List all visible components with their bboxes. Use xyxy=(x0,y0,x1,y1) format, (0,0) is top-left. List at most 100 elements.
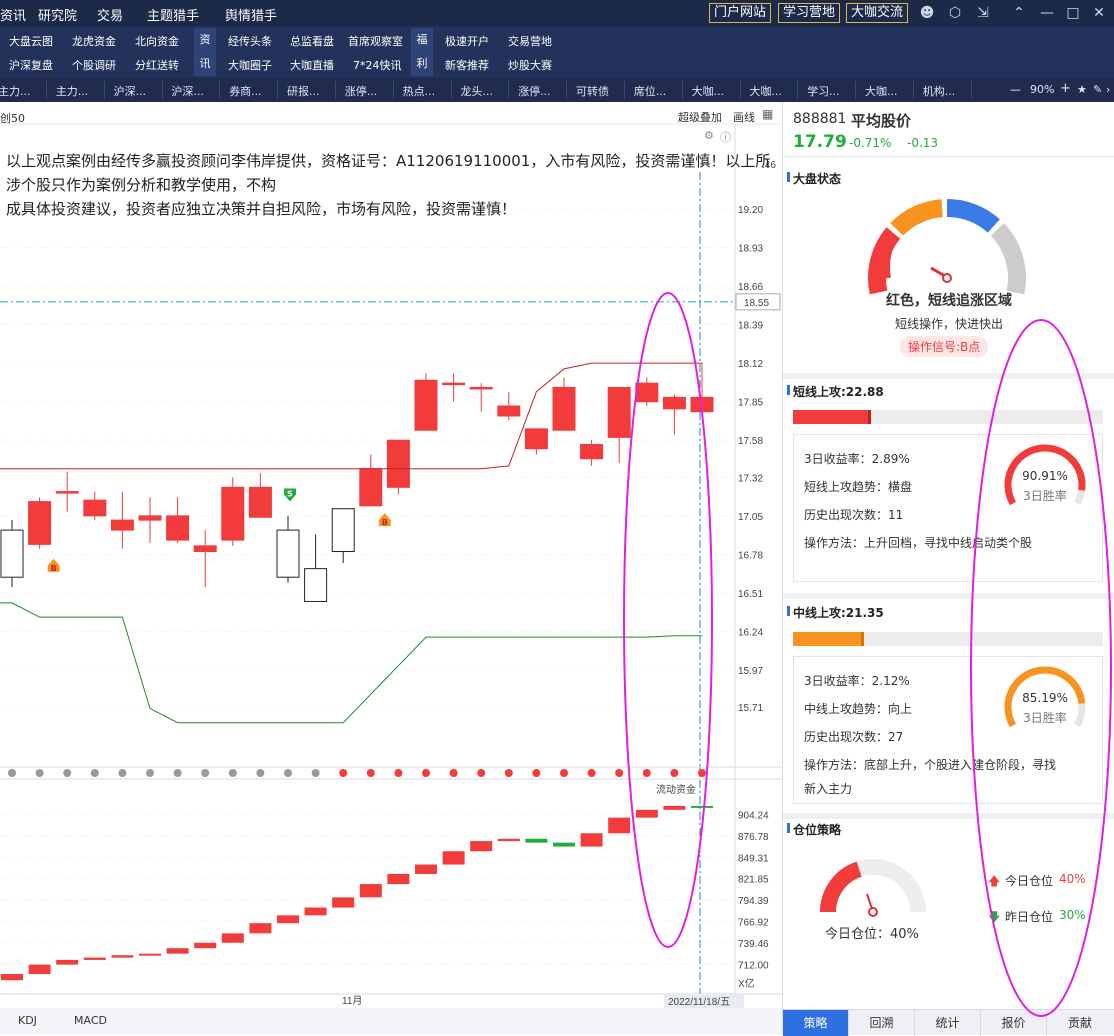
price-tick: 16.51 xyxy=(738,589,763,600)
menu-zhuti[interactable]: 主题猎手 xyxy=(147,5,199,24)
quick-tab-4[interactable]: 券商... xyxy=(229,83,262,99)
tab-backtrack[interactable]: 回溯 xyxy=(849,1010,915,1036)
zoom-plus-icon[interactable]: + xyxy=(1060,81,1071,96)
quick-tab-7[interactable]: 热点... xyxy=(403,83,436,99)
nav-toutiao[interactable]: 经传头条 xyxy=(228,33,272,49)
sub-tick: 821.85 xyxy=(738,875,769,886)
close-icon[interactable]: ✕ xyxy=(1090,4,1108,22)
gauge-segment xyxy=(868,227,901,295)
operation-signal-badge[interactable]: 操作信号:B点 xyxy=(900,336,989,357)
signal-dot xyxy=(366,769,375,777)
quick-tab-14[interactable]: 学习... xyxy=(807,83,840,99)
crosshair-price: 18.55 xyxy=(744,298,769,309)
nav-longhu[interactable]: 龙虎资金 xyxy=(72,33,116,49)
expert-button[interactable]: 大咖交流 xyxy=(846,3,909,23)
mid-winrate-label: 3日胜率 xyxy=(1023,711,1067,725)
quick-tab-9[interactable]: 涨停... xyxy=(518,83,551,99)
menu-zixun[interactable]: 资讯 xyxy=(0,5,26,24)
buy-signal-label: B xyxy=(51,564,57,573)
nav-dasai[interactable]: 炒股大赛 xyxy=(508,57,552,73)
signal-dot xyxy=(146,769,154,777)
shrink-icon[interactable]: ⇲ xyxy=(974,4,992,22)
maximize-icon[interactable]: □ xyxy=(1064,4,1082,22)
fund-bar xyxy=(111,955,134,958)
date-label: 2022/11/18/五 xyxy=(668,997,730,1008)
tab-separator xyxy=(797,81,799,99)
indicator-bar xyxy=(0,1008,782,1035)
short-return: 3日收益率：2.89% xyxy=(804,452,910,466)
quick-tab-8[interactable]: 龙头... xyxy=(460,83,493,99)
price-tick: 18.12 xyxy=(738,359,763,370)
fund-bar xyxy=(553,842,575,847)
quick-tab-6[interactable]: 涨停... xyxy=(345,83,378,99)
nav-yingdi[interactable]: 交易营地 xyxy=(508,33,552,49)
tab-contribution[interactable]: 贡献 xyxy=(1047,1010,1113,1036)
pen-icon[interactable]: ✎ xyxy=(1093,83,1102,96)
fund-bar xyxy=(221,933,244,943)
signal-dot xyxy=(90,769,99,777)
nav-quanzi[interactable]: 大咖圈子 xyxy=(228,57,272,73)
quick-tab-11[interactable]: 席位... xyxy=(634,83,667,99)
quick-tab-1[interactable]: 主力... xyxy=(56,83,89,99)
quick-tab-0[interactable]: 主力... xyxy=(0,83,31,99)
kline-chart[interactable]: 19.2018.9318.6618.3918.1217.8517.5817.32… xyxy=(0,102,782,1035)
candle-body xyxy=(359,468,383,507)
quick-tab-16[interactable]: 机构... xyxy=(923,83,956,99)
tab-stats[interactable]: 统计 xyxy=(915,1010,981,1036)
learning-button[interactable]: 学习营地 xyxy=(778,3,841,23)
nav-zhibo[interactable]: 大咖直播 xyxy=(290,57,334,73)
user-icon[interactable]: ☻ xyxy=(918,4,936,22)
zoom-minus-icon[interactable]: — xyxy=(1010,83,1021,96)
nav-dapan[interactable]: 大盘云图 xyxy=(9,33,53,49)
gauge-segment xyxy=(946,199,1000,233)
menu-jiaoyi[interactable]: 交易 xyxy=(97,5,123,24)
signal-dot xyxy=(173,769,182,777)
quick-tab-5[interactable]: 研报... xyxy=(287,83,320,99)
nav-kanpan[interactable]: 总监看盘 xyxy=(290,33,334,49)
quick-tab-13[interactable]: 大咖... xyxy=(749,83,782,99)
candle-body xyxy=(28,501,52,545)
short-trend: 短线上攻趋势：横盘 xyxy=(804,480,913,494)
menu-yuqing[interactable]: 舆情猎手 xyxy=(225,5,277,24)
tab-separator xyxy=(566,81,568,99)
gauge-segment xyxy=(890,199,944,236)
signal-dot xyxy=(256,769,265,777)
candle-body xyxy=(552,386,576,431)
nav-kaihu[interactable]: 极速开户 xyxy=(445,33,489,49)
quick-tab-12[interactable]: 大咖... xyxy=(692,83,725,99)
minimize-icon[interactable]: — xyxy=(1038,4,1056,22)
candle-body xyxy=(83,499,107,517)
quick-tab-15[interactable]: 大咖... xyxy=(865,83,898,99)
chart-area[interactable]: 创50 超级叠加 画线 ▦ ⚙ ⓘ 19.20 18.93 18.66 18.39 18… xyxy=(0,102,782,1035)
quick-tab-10[interactable]: 可转债 xyxy=(576,83,609,99)
settings-icon[interactable]: ⬡ xyxy=(946,4,964,22)
mid-card: 3日收益率：2.12% 中线上攻趋势：向上 历史出现次数：27 操作方法：底部上… xyxy=(793,656,1103,804)
signal-dot xyxy=(63,769,72,777)
sub-tick: 794.39 xyxy=(738,896,769,907)
market-gauge-icon xyxy=(868,199,1026,295)
nav-tuijian[interactable]: 新客推荐 xyxy=(445,57,489,73)
nav-kuaixun[interactable]: 7*24快讯 xyxy=(353,57,402,73)
chevron-up-icon[interactable]: ⌃ xyxy=(1010,4,1028,22)
price-tick: 15.97 xyxy=(738,666,763,677)
nav-diaoyan[interactable]: 个股调研 xyxy=(72,57,116,73)
tab-strategy[interactable]: 策略 xyxy=(783,1010,849,1036)
position-title: 仓位策略 xyxy=(786,823,842,837)
chevron-right-icon[interactable]: › xyxy=(1106,83,1110,96)
nav-fenhong[interactable]: 分红送转 xyxy=(135,57,179,73)
mid-count: 历史出现次数：27 xyxy=(804,730,904,744)
nav-guancha[interactable]: 首席观察室 xyxy=(348,33,403,49)
nav-fupan[interactable]: 沪深复盘 xyxy=(9,57,53,73)
quick-tab-3[interactable]: 沪深... xyxy=(171,83,204,99)
tab-separator xyxy=(219,81,221,99)
quick-tab-2[interactable]: 沪深... xyxy=(114,83,147,99)
nav-beixiang[interactable]: 北向资金 xyxy=(135,33,179,49)
fund-bar xyxy=(1,974,23,981)
menu-yanjiuyuan[interactable]: 研究院 xyxy=(38,5,77,24)
portal-button[interactable]: 门户网站 xyxy=(709,3,772,23)
stock-pct: -0.71% xyxy=(849,136,892,150)
tab-quote[interactable]: 报价 xyxy=(981,1010,1047,1036)
fund-bar xyxy=(525,838,548,843)
fund-bar xyxy=(691,805,713,808)
star-icon[interactable]: ★ xyxy=(1077,83,1087,96)
